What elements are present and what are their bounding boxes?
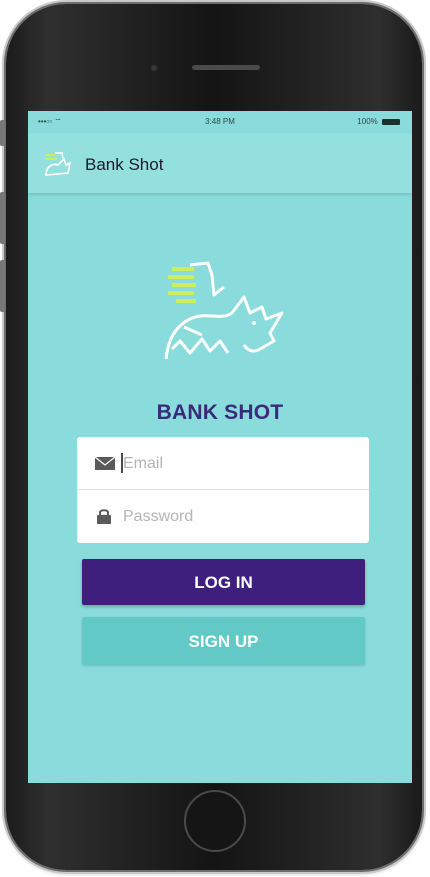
lock-icon [97, 509, 111, 524]
front-camera [150, 64, 158, 72]
password-field-row [77, 490, 369, 542]
brand-title: BANK SHOT [156, 401, 284, 424]
battery-indicator: 100% [357, 117, 400, 126]
mute-switch [0, 120, 5, 146]
app-screen: •••▫▫ ⌔ 3:48 PM 100% Bank Shot BANK SHOT… [28, 111, 412, 783]
battery-percent: 100% [357, 117, 378, 126]
envelope-icon [94, 456, 116, 470]
earpiece-speaker [192, 65, 260, 70]
login-form [77, 437, 369, 543]
rhino-logo-icon [45, 152, 72, 176]
volume-down-button [0, 260, 5, 312]
email-field-row [77, 437, 369, 490]
signup-button[interactable]: SIGN UP [82, 617, 365, 665]
password-input[interactable] [121, 502, 355, 532]
login-button[interactable]: LOG IN [82, 559, 365, 605]
app-bar: Bank Shot [28, 133, 412, 193]
app-bar-title: Bank Shot [85, 155, 164, 174]
status-bar: •••▫▫ ⌔ 3:48 PM 100% [28, 111, 412, 133]
volume-up-button [0, 192, 5, 244]
status-time: 3:48 PM [205, 117, 235, 126]
rhino-logo-large-icon [164, 261, 284, 360]
phone-frame: •••▫▫ ⌔ 3:48 PM 100% Bank Shot BANK SHOT… [0, 4, 422, 870]
email-input[interactable] [121, 449, 355, 479]
battery-icon [382, 118, 400, 125]
text-cursor [121, 453, 123, 473]
home-button[interactable] [184, 790, 246, 852]
